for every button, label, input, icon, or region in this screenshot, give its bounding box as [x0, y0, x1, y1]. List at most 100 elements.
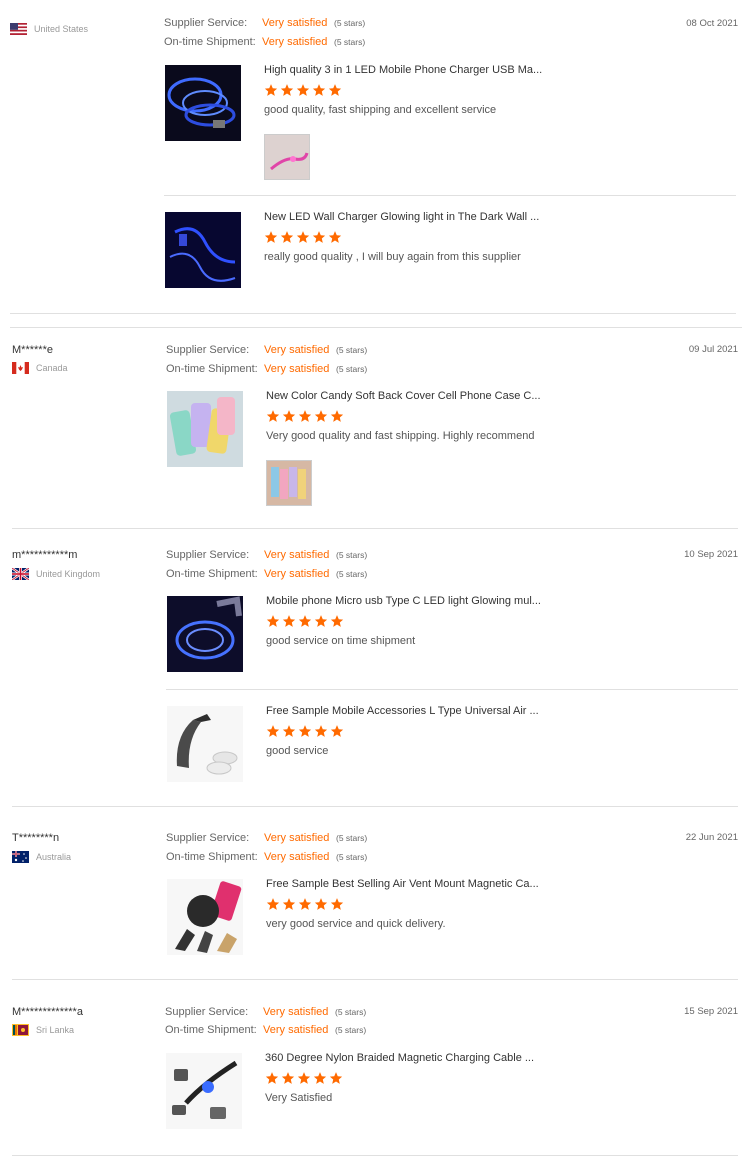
star-icon	[281, 1072, 295, 1084]
review-divider	[12, 979, 738, 980]
star-icon	[265, 1072, 279, 1084]
buyer-name: m***********m	[12, 549, 78, 561]
star-icon	[330, 410, 344, 422]
rating-value: Very satisfied	[262, 17, 328, 29]
review-date: 10 Sep 2021	[684, 549, 738, 560]
shipment-rating: On-time Shipment: Very satisfied (5 star…	[164, 36, 365, 48]
phone-cases-box-photo[interactable]	[266, 460, 312, 506]
uk-flag-icon	[12, 568, 29, 580]
star-icon	[280, 84, 294, 96]
product-title[interactable]: New Color Candy Soft Back Cover Cell Pho…	[266, 390, 541, 402]
shipment-rating: On-time Shipment: Very satisfied (5 star…	[166, 363, 367, 375]
product-rating-stars	[266, 614, 344, 628]
rating-value: Very satisfied	[262, 36, 328, 48]
buyer-name: M*************a	[12, 1006, 83, 1018]
product-title[interactable]: New LED Wall Charger Glowing light in Th…	[264, 211, 539, 223]
australia-flag-icon	[12, 851, 29, 863]
blue-glowing-cable-photo[interactable]	[165, 212, 241, 288]
rating-value: Very satisfied	[264, 568, 330, 580]
product-rating-stars	[265, 1071, 343, 1085]
candy-phone-cases-photo[interactable]	[167, 391, 243, 467]
sri-lanka-flag-icon	[12, 1024, 29, 1036]
glowing-usb-cable-photo[interactable]	[167, 596, 243, 672]
star-icon	[298, 898, 312, 910]
star-icon	[282, 410, 296, 422]
rating-stars-text: (5 stars)	[336, 550, 368, 560]
star-icon	[298, 725, 312, 737]
rating-label: On-time Shipment:	[165, 1024, 257, 1036]
review-date: 08 Oct 2021	[686, 18, 738, 29]
rating-label: On-time Shipment:	[166, 363, 258, 375]
review-divider	[12, 806, 738, 807]
star-icon	[264, 84, 278, 96]
rating-label: On-time Shipment:	[166, 568, 258, 580]
product-title[interactable]: High quality 3 in 1 LED Mobile Phone Cha…	[264, 64, 542, 76]
buyer-name: M******e	[12, 344, 53, 356]
review-comment: good quality, fast shipping and excellen…	[264, 104, 497, 116]
pink-cable-photo[interactable]	[264, 134, 310, 180]
product-title[interactable]: 360 Degree Nylon Braided Magnetic Chargi…	[265, 1052, 534, 1064]
car-phone-holder-photo[interactable]	[167, 706, 243, 782]
rating-label: Supplier Service:	[166, 344, 250, 356]
star-icon	[330, 898, 344, 910]
rating-value: Very satisfied	[264, 851, 330, 863]
supplier-service-rating: Supplier Service: Very satisfied (5 star…	[166, 832, 367, 844]
star-icon	[282, 615, 296, 627]
star-icon	[312, 84, 326, 96]
buyer-country: United Kingdom	[12, 568, 100, 580]
rating-stars-text: (5 stars)	[334, 18, 366, 28]
star-icon	[297, 1072, 311, 1084]
star-icon	[296, 84, 310, 96]
buyer-country: Canada	[12, 362, 68, 374]
country-name: Australia	[36, 852, 72, 862]
star-icon	[298, 410, 312, 422]
star-icon	[312, 231, 326, 243]
star-icon	[266, 725, 280, 737]
supplier-service-rating: Supplier Service: Very satisfied (5 star…	[164, 17, 365, 29]
magnetic-charging-cable-photo[interactable]	[166, 1053, 242, 1129]
star-icon	[298, 615, 312, 627]
product-rating-stars	[264, 230, 342, 244]
star-icon	[266, 898, 280, 910]
rating-value: Very satisfied	[264, 344, 330, 356]
review-date: 09 Jul 2021	[688, 344, 738, 355]
rating-stars-text: (5 stars)	[336, 833, 368, 843]
rating-value: Very satisfied	[264, 549, 330, 561]
product-rating-stars	[266, 724, 344, 738]
buyer-name: T********n	[12, 832, 60, 844]
magnetic-car-mount-photo[interactable]	[167, 879, 243, 955]
rating-label: Supplier Service:	[166, 832, 250, 844]
country-name: United Kingdom	[36, 569, 101, 579]
rating-label: On-time Shipment:	[166, 851, 258, 863]
led-charger-cable-photo[interactable]	[165, 65, 241, 141]
product-title[interactable]: Free Sample Mobile Accessories L Type Un…	[266, 705, 539, 717]
review-comment: good service	[266, 745, 329, 757]
star-icon	[330, 615, 344, 627]
divider	[166, 689, 738, 690]
star-icon	[264, 231, 278, 243]
supplier-service-rating: Supplier Service: Very satisfied (5 star…	[166, 344, 367, 356]
star-icon	[328, 84, 342, 96]
supplier-service-rating: Supplier Service: Very satisfied (5 star…	[166, 549, 367, 561]
product-title[interactable]: Free Sample Best Selling Air Vent Mount …	[266, 878, 539, 890]
star-icon	[282, 898, 296, 910]
review-comment: very good service and quick delivery.	[266, 918, 446, 930]
shipment-rating: On-time Shipment: Very satisfied (5 star…	[165, 1024, 366, 1036]
canada-flag-icon	[12, 362, 29, 374]
star-icon	[314, 615, 328, 627]
star-icon	[266, 615, 280, 627]
star-icon	[313, 1072, 327, 1084]
product-title[interactable]: Mobile phone Micro usb Type C LED light …	[266, 595, 541, 607]
rating-label: Supplier Service:	[165, 1006, 249, 1018]
shipment-rating: On-time Shipment: Very satisfied (5 star…	[166, 851, 367, 863]
review-divider	[12, 528, 738, 529]
country-name: Canada	[36, 363, 68, 373]
rating-stars-text: (5 stars)	[335, 1007, 367, 1017]
rating-stars-text: (5 stars)	[336, 364, 368, 374]
product-rating-stars	[264, 83, 342, 97]
supplier-service-rating: Supplier Service: Very satisfied (5 star…	[165, 1006, 366, 1018]
star-icon	[280, 231, 294, 243]
rating-stars-text: (5 stars)	[336, 345, 368, 355]
product-rating-stars	[266, 897, 344, 911]
star-icon	[328, 231, 342, 243]
